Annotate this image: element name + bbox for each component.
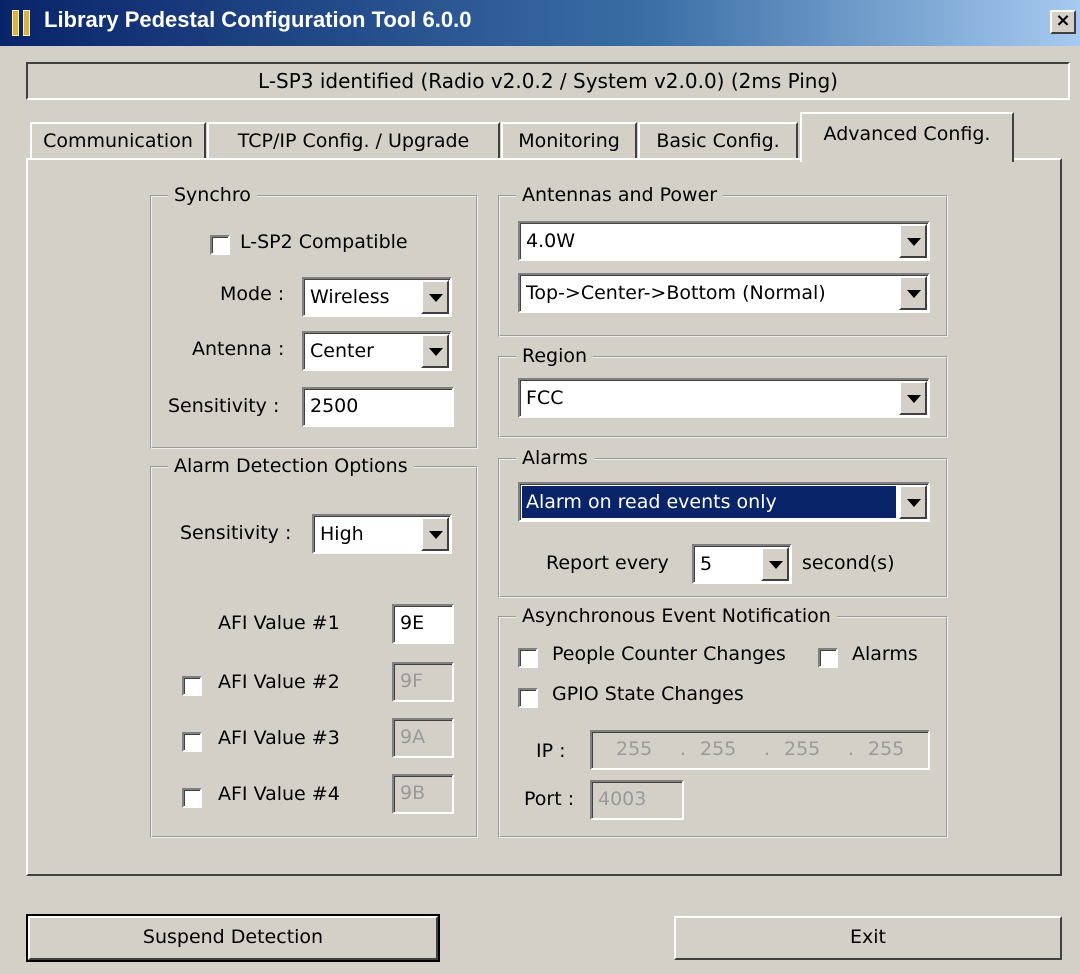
sync-sensitivity-label: Sensitivity : <box>168 395 280 417</box>
synchro-group: Synchro L-SP2 Compatible Mode : Wireless… <box>150 184 478 449</box>
close-icon: × <box>1055 10 1071 31</box>
ip-address-field[interactable]: 255 . 255 . 255 . 255 <box>590 730 930 770</box>
advanced-config-panel: Synchro L-SP2 Compatible Mode : Wireless… <box>26 158 1062 876</box>
chevron-down-icon[interactable] <box>899 276 927 310</box>
antenna-select[interactable]: Center <box>302 331 452 371</box>
synchro-legend: Synchro <box>168 184 257 206</box>
async-notification-group: Asynchronous Event Notification People C… <box>498 605 948 838</box>
mode-label: Mode : <box>220 283 285 305</box>
tab-basic-config[interactable]: Basic Config. <box>638 122 798 160</box>
afi-2-label: AFI Value #2 <box>218 671 340 693</box>
ip-octet-4: 255 <box>868 738 905 760</box>
port-input[interactable]: 4003 <box>590 780 684 820</box>
window-title: Library Pedestal Configuration Tool 6.0.… <box>44 7 472 32</box>
chevron-down-icon[interactable] <box>899 381 927 415</box>
ip-octet-2: 255 <box>700 738 737 760</box>
afi-1-label: AFI Value #1 <box>218 612 340 634</box>
power-select[interactable]: 4.0W <box>518 221 930 261</box>
ip-dot: . <box>680 738 687 760</box>
chevron-down-icon[interactable] <box>421 334 449 368</box>
title-bar[interactable]: Library Pedestal Configuration Tool 6.0.… <box>0 0 1080 46</box>
chevron-down-icon[interactable] <box>899 485 927 519</box>
antenna-label: Antenna : <box>192 338 285 360</box>
tab-monitoring[interactable]: Monitoring <box>501 122 637 160</box>
sync-sensitivity-input[interactable]: 2500 <box>302 387 454 427</box>
async-notification-legend: Asynchronous Event Notification <box>516 605 837 627</box>
tab-advanced-config[interactable]: Advanced Config. <box>800 112 1014 162</box>
async-alarms-label: Alarms <box>852 643 918 665</box>
antenna-sequence-select[interactable]: Top->Center->Bottom (Normal) <box>518 273 930 313</box>
alarm-mode-value: Alarm on read events only <box>521 485 897 519</box>
l-sp2-compatible-label: L-SP2 Compatible <box>240 231 408 253</box>
mode-select[interactable]: Wireless <box>302 277 452 317</box>
antenna-sequence-value: Top->Center->Bottom (Normal) <box>526 282 826 304</box>
chevron-down-icon[interactable] <box>899 224 927 258</box>
alarm-sensitivity-label: Sensitivity : <box>180 522 292 544</box>
region-select[interactable]: FCC <box>518 378 930 418</box>
l-sp2-compatible-checkbox[interactable] <box>210 235 230 255</box>
afi-4-label: AFI Value #4 <box>218 783 340 805</box>
ip-dot: . <box>764 738 771 760</box>
async-alarms-checkbox[interactable] <box>818 648 838 668</box>
status-panel: L-SP3 identified (Radio v2.0.2 / System … <box>26 62 1070 100</box>
chevron-down-icon[interactable] <box>421 280 449 314</box>
power-value: 4.0W <box>526 230 576 252</box>
afi-3-checkbox[interactable] <box>182 732 202 752</box>
ip-label: IP : <box>536 740 566 762</box>
ip-octet-1: 255 <box>616 738 653 760</box>
alarm-mode-select[interactable]: Alarm on read events only <box>518 482 930 522</box>
region-value: FCC <box>526 387 564 409</box>
seconds-label: second(s) <box>802 552 895 574</box>
region-group: Region FCC <box>498 345 948 438</box>
report-interval-select[interactable]: 5 <box>692 544 792 584</box>
afi-1-input[interactable]: 9E <box>392 604 454 644</box>
chevron-down-icon[interactable] <box>421 517 449 551</box>
close-button[interactable]: × <box>1050 10 1076 34</box>
afi-4-checkbox[interactable] <box>182 788 202 808</box>
app-icon <box>12 10 34 36</box>
alarms-group: Alarms Alarm on read events only Report … <box>498 447 948 598</box>
chevron-down-icon[interactable] <box>761 547 789 581</box>
gpio-checkbox[interactable] <box>518 688 538 708</box>
region-legend: Region <box>516 345 594 367</box>
people-counter-checkbox[interactable] <box>518 648 538 668</box>
antennas-power-legend: Antennas and Power <box>516 184 724 206</box>
alarm-detection-legend: Alarm Detection Options <box>168 455 414 477</box>
port-label: Port : <box>524 788 575 810</box>
tab-communication[interactable]: Communication <box>30 122 206 160</box>
people-counter-label: People Counter Changes <box>552 643 786 665</box>
afi-2-checkbox[interactable] <box>182 676 202 696</box>
antennas-power-group: Antennas and Power 4.0W Top->Center->Bot… <box>498 184 948 337</box>
report-every-label: Report every <box>546 552 669 574</box>
afi-2-input[interactable]: 9F <box>392 662 454 702</box>
afi-3-input[interactable]: 9A <box>392 718 454 758</box>
suspend-detection-button[interactable]: Suspend Detection <box>26 914 440 962</box>
alarm-detection-group: Alarm Detection Options Sensitivity : Hi… <box>150 455 478 838</box>
afi-3-label: AFI Value #3 <box>218 727 340 749</box>
alarm-sensitivity-select[interactable]: High <box>312 514 452 554</box>
ip-octet-3: 255 <box>784 738 821 760</box>
mode-value: Wireless <box>310 286 390 308</box>
report-interval-value: 5 <box>700 553 713 575</box>
alarms-legend: Alarms <box>516 447 594 469</box>
antenna-value: Center <box>310 340 374 362</box>
ip-dot: . <box>848 738 855 760</box>
afi-4-input[interactable]: 9B <box>392 774 454 814</box>
gpio-label: GPIO State Changes <box>552 683 744 705</box>
tab-tcpip-config[interactable]: TCP/IP Config. / Upgrade <box>207 122 500 160</box>
alarm-sensitivity-value: High <box>320 523 364 545</box>
exit-button[interactable]: Exit <box>674 916 1062 960</box>
